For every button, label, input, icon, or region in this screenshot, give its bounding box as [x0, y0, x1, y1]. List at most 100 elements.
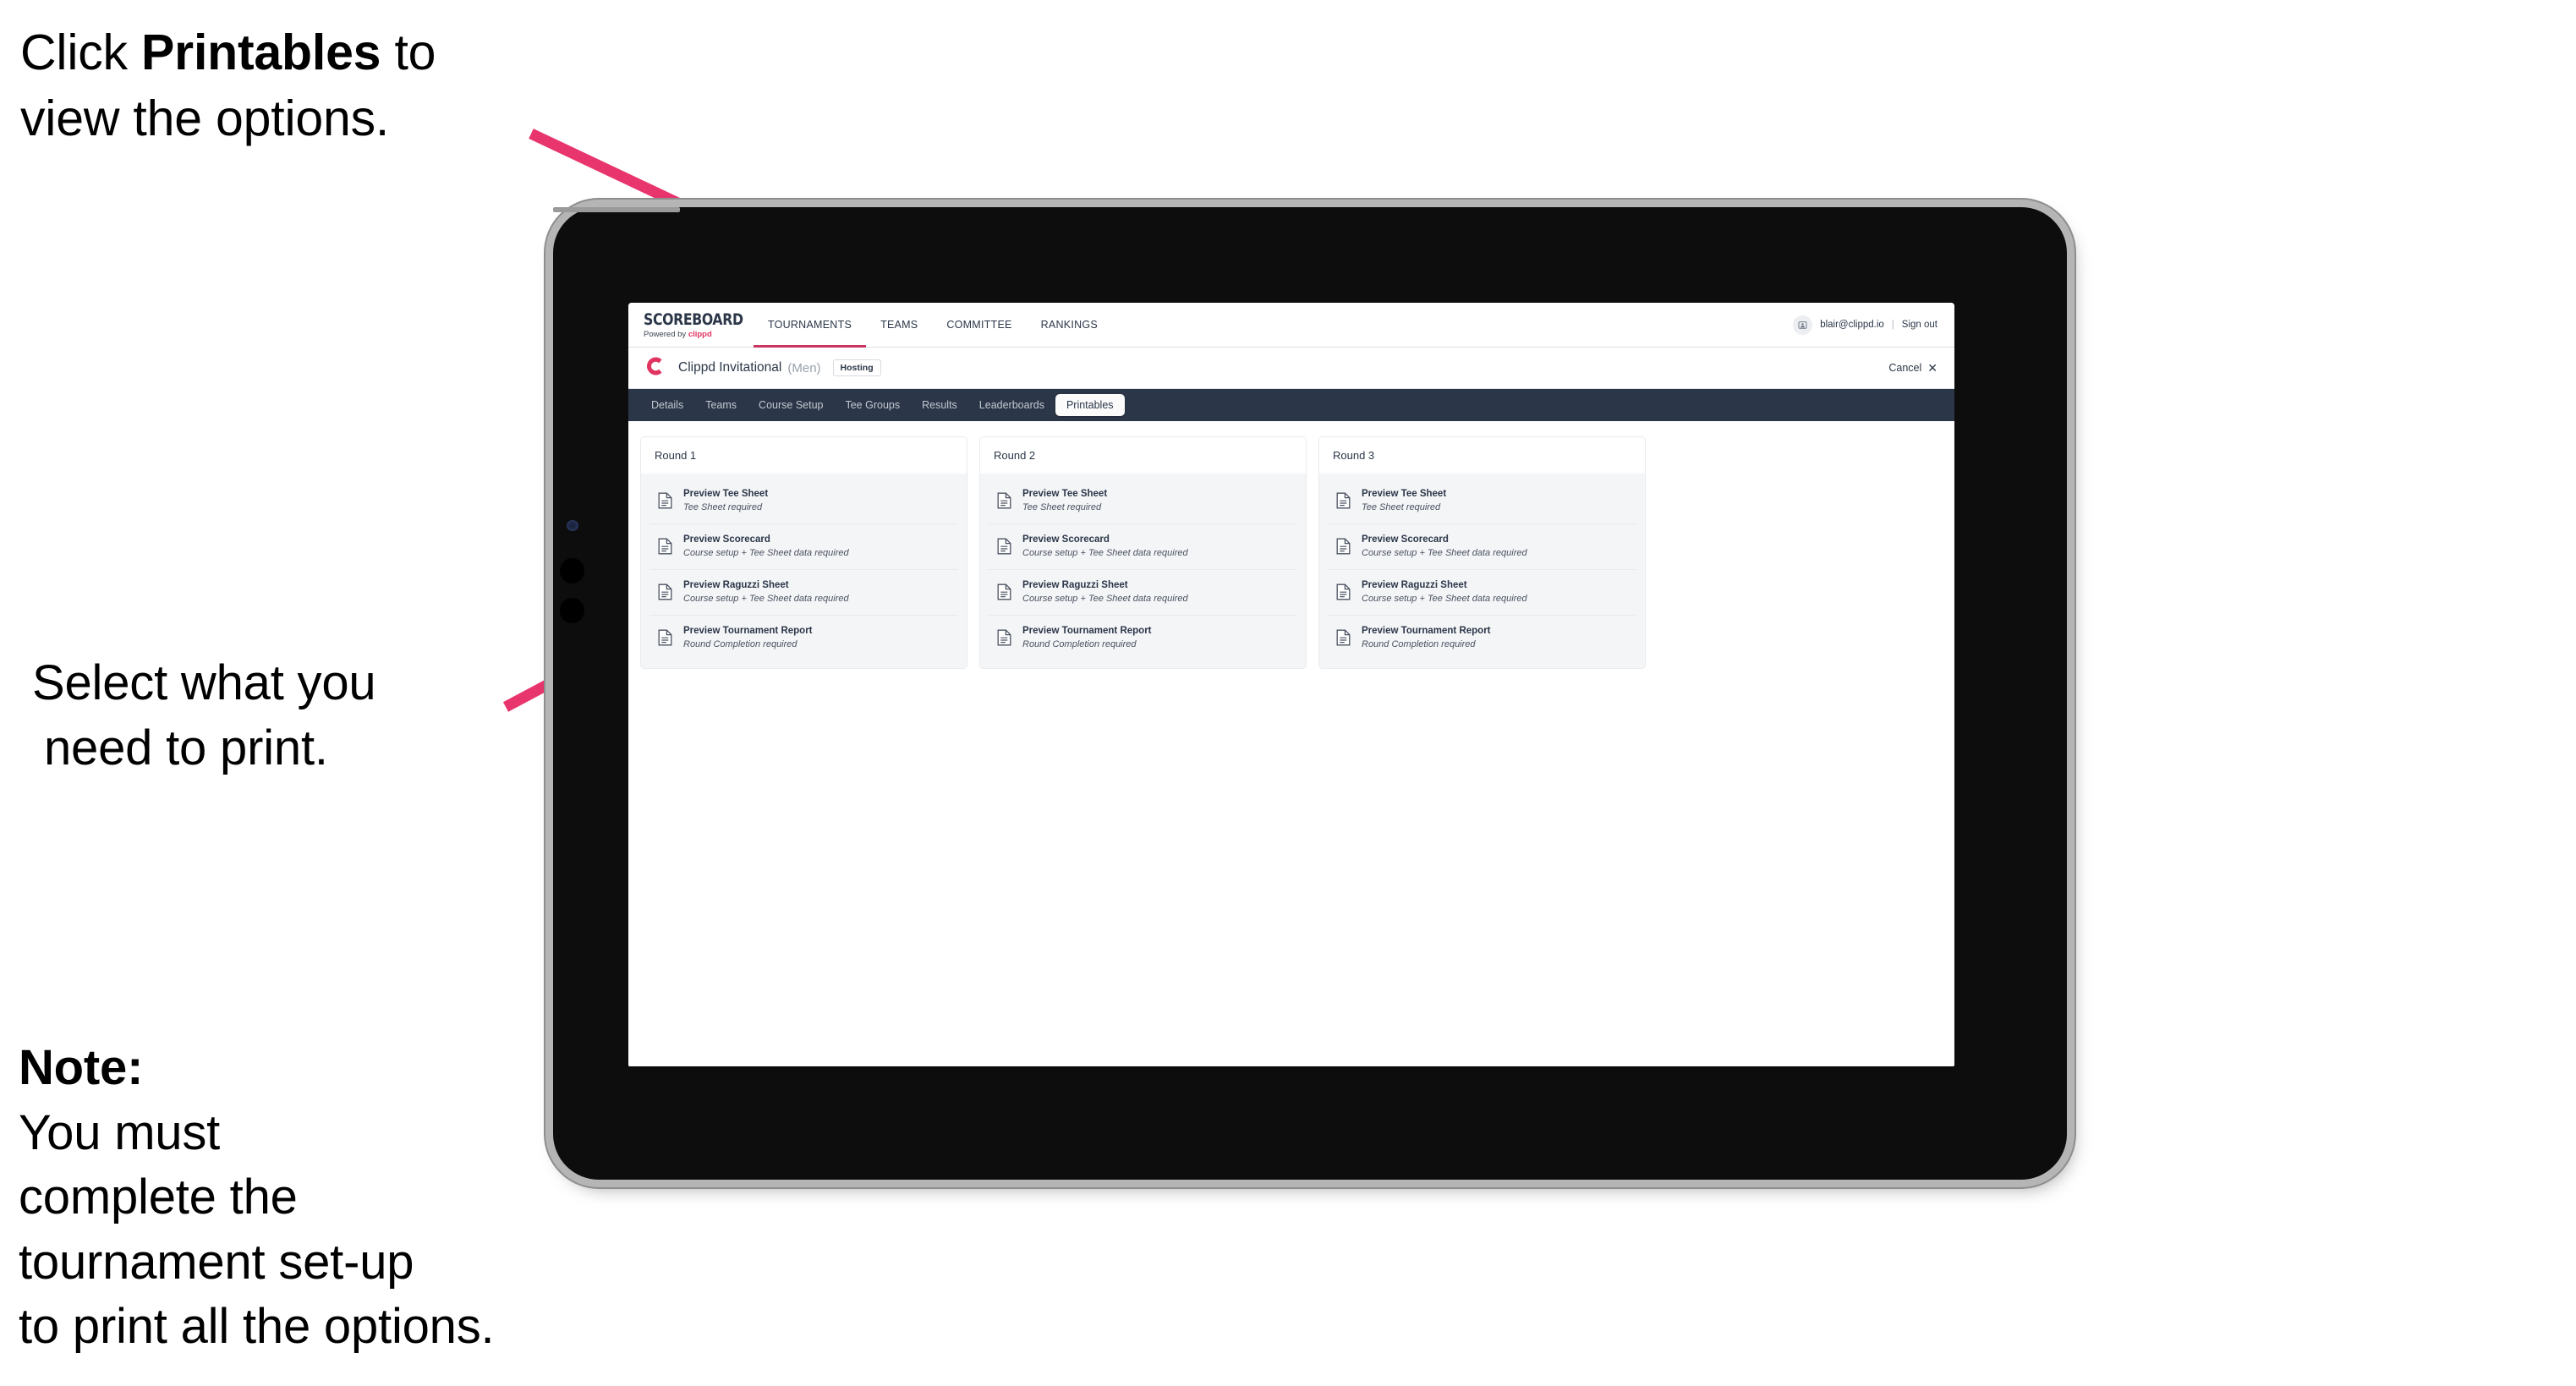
printable-requirement: Tee Sheet required	[683, 502, 763, 513]
tablet-volume-up-button[interactable]	[560, 558, 584, 583]
printable-requirement: Course setup + Tee Sheet data required	[683, 593, 849, 604]
printable-title: Preview Tee Sheet	[683, 489, 769, 499]
avatar-glyph	[1798, 320, 1807, 329]
printable-text: Preview Scorecard Course setup + Tee She…	[683, 534, 849, 559]
printable-text: Preview Tournament Report Round Completi…	[1022, 626, 1152, 650]
tournament-gender: (Men)	[787, 360, 821, 375]
sign-out-link[interactable]: Sign out	[1902, 320, 1937, 330]
close-icon: ✕	[1927, 361, 1937, 375]
tab-results[interactable]: Results	[911, 389, 968, 421]
printable-text: Preview Tee Sheet Tee Sheet required	[1362, 489, 1446, 513]
callout-top-bold: Printables	[141, 25, 381, 80]
printable-title: Preview Raguzzi Sheet	[683, 579, 789, 590]
printable-title: Preview Tournament Report	[1362, 625, 1491, 636]
printable-row[interactable]: Preview Tee Sheet Tee Sheet required	[1328, 479, 1636, 524]
tournament-tab-strip: Details Teams Course Setup Tee Groups Re…	[628, 389, 1954, 421]
brand-title: SCOREBOARD	[644, 310, 743, 329]
browser-viewport: SCOREBOARD Powered by clippd TOURNAMENTS…	[628, 303, 1954, 1066]
tournament-name: Clippd Invitational	[678, 360, 782, 375]
printable-row[interactable]: Preview Scorecard Course setup + Tee She…	[1328, 524, 1636, 570]
printables-content: Round 1 Preview Tee Sheet Tee Sheet requ…	[628, 421, 1954, 1066]
document-icon	[1336, 629, 1351, 646]
printable-text: Preview Raguzzi Sheet Course setup + Tee…	[683, 580, 849, 605]
callout-note-line3: tournament set-up	[19, 1234, 414, 1290]
round-card-2: Round 2 Preview Tee Sheet Tee Sheet requ…	[979, 436, 1307, 670]
tablet-volume-down-button[interactable]	[560, 598, 584, 623]
clippd-c-glyph	[646, 357, 662, 375]
document-icon	[997, 583, 1011, 600]
printable-requirement: Course setup + Tee Sheet data required	[1362, 593, 1527, 604]
printable-requirement: Tee Sheet required	[1022, 502, 1102, 513]
printable-row[interactable]: Preview Scorecard Course setup + Tee She…	[989, 524, 1297, 570]
printable-text: Preview Scorecard Course setup + Tee She…	[1362, 534, 1527, 559]
document-icon	[658, 583, 672, 600]
tab-course-setup[interactable]: Course Setup	[748, 389, 834, 421]
document-icon	[658, 492, 672, 509]
printable-title: Preview Scorecard	[1362, 534, 1449, 545]
tab-printables[interactable]: Printables	[1055, 394, 1125, 416]
printable-title: Preview Tee Sheet	[1022, 489, 1108, 499]
scoreboard-logo[interactable]: SCOREBOARD Powered by clippd	[628, 303, 754, 347]
document-icon	[658, 629, 672, 646]
round-printable-list: Preview Tee Sheet Tee Sheet required Pre…	[1319, 474, 1645, 669]
callout-click-printables: Click Printables to view the options.	[20, 20, 578, 152]
document-icon	[997, 492, 1011, 509]
printable-text: Preview Tee Sheet Tee Sheet required	[1022, 489, 1107, 513]
round-printable-list: Preview Tee Sheet Tee Sheet required Pre…	[980, 474, 1306, 669]
tab-leaderboards[interactable]: Leaderboards	[968, 389, 1055, 421]
top-navigation-bar: SCOREBOARD Powered by clippd TOURNAMENTS…	[628, 303, 1954, 348]
document-icon	[1336, 583, 1351, 600]
printable-title: Preview Tournament Report	[683, 625, 813, 636]
printable-requirement: Course setup + Tee Sheet data required	[1022, 593, 1188, 604]
printable-requirement: Course setup + Tee Sheet data required	[683, 548, 849, 559]
tab-details[interactable]: Details	[640, 389, 694, 421]
tournament-header: Clippd Invitational (Men) Hosting Cancel…	[628, 348, 1954, 389]
printable-row[interactable]: Preview Tee Sheet Tee Sheet required	[649, 479, 958, 524]
round-printable-list: Preview Tee Sheet Tee Sheet required Pre…	[641, 474, 967, 669]
printable-row[interactable]: Preview Scorecard Course setup + Tee She…	[649, 524, 958, 570]
printable-requirement: Course setup + Tee Sheet data required	[1022, 548, 1188, 559]
document-icon	[997, 629, 1011, 646]
callout-middle-line1: Select what you	[32, 655, 376, 710]
user-email: blair@clippd.io	[1820, 320, 1884, 330]
cancel-button[interactable]: Cancel ✕	[1888, 362, 1937, 374]
user-account-area: blair@clippd.io | Sign out	[1793, 303, 1954, 347]
printable-row[interactable]: Preview Tee Sheet Tee Sheet required	[989, 479, 1297, 524]
document-icon	[997, 538, 1011, 555]
nav-item-rankings[interactable]: RANKINGS	[1027, 303, 1112, 347]
nav-item-teams[interactable]: TEAMS	[866, 303, 932, 347]
status-badge: Hosting	[832, 359, 881, 377]
printable-row[interactable]: Preview Tournament Report Round Completi…	[1328, 616, 1636, 660]
printable-title: Preview Raguzzi Sheet	[1022, 579, 1128, 590]
tab-tee-groups[interactable]: Tee Groups	[834, 389, 911, 421]
printable-requirement: Round Completion required	[1362, 638, 1476, 649]
printable-row[interactable]: Preview Raguzzi Sheet Course setup + Tee…	[989, 570, 1297, 616]
round-title: Round 3	[1319, 437, 1645, 474]
nav-item-tournaments[interactable]: TOURNAMENTS	[754, 303, 867, 348]
callout-middle-line2: need to print.	[44, 720, 328, 775]
brand-powered-by: Powered by clippd	[644, 330, 754, 339]
printable-text: Preview Tournament Report Round Completi…	[683, 626, 813, 650]
callout-select-print: Select what you need to print.	[32, 651, 556, 781]
callout-note-bold: Note:	[19, 1040, 144, 1095]
printable-row[interactable]: Preview Raguzzi Sheet Course setup + Tee…	[1328, 570, 1636, 616]
clippd-wordmark: clippd	[688, 330, 712, 339]
printable-row[interactable]: Preview Tournament Report Round Completi…	[649, 616, 958, 660]
clippd-logo-icon	[644, 355, 666, 381]
printable-text: Preview Raguzzi Sheet Course setup + Tee…	[1022, 580, 1188, 605]
printable-title: Preview Scorecard	[683, 534, 770, 545]
callout-top-line2: view the options.	[20, 90, 390, 146]
tablet-device-frame: SCOREBOARD Powered by clippd TOURNAMENTS…	[553, 207, 2067, 1180]
printable-title: Preview Raguzzi Sheet	[1362, 579, 1467, 590]
tab-teams[interactable]: Teams	[694, 389, 748, 421]
printable-text: Preview Raguzzi Sheet Course setup + Tee…	[1362, 580, 1527, 605]
printable-row[interactable]: Preview Raguzzi Sheet Course setup + Tee…	[649, 570, 958, 616]
round-card-1: Round 1 Preview Tee Sheet Tee Sheet requ…	[640, 436, 967, 670]
user-avatar-icon[interactable]	[1793, 315, 1813, 335]
document-icon	[658, 538, 672, 555]
nav-item-committee[interactable]: COMMITTEE	[932, 303, 1026, 347]
callout-top-line1: Click Printables to	[20, 25, 436, 80]
printable-title: Preview Tee Sheet	[1362, 489, 1447, 499]
printable-row[interactable]: Preview Tournament Report Round Completi…	[989, 616, 1297, 660]
